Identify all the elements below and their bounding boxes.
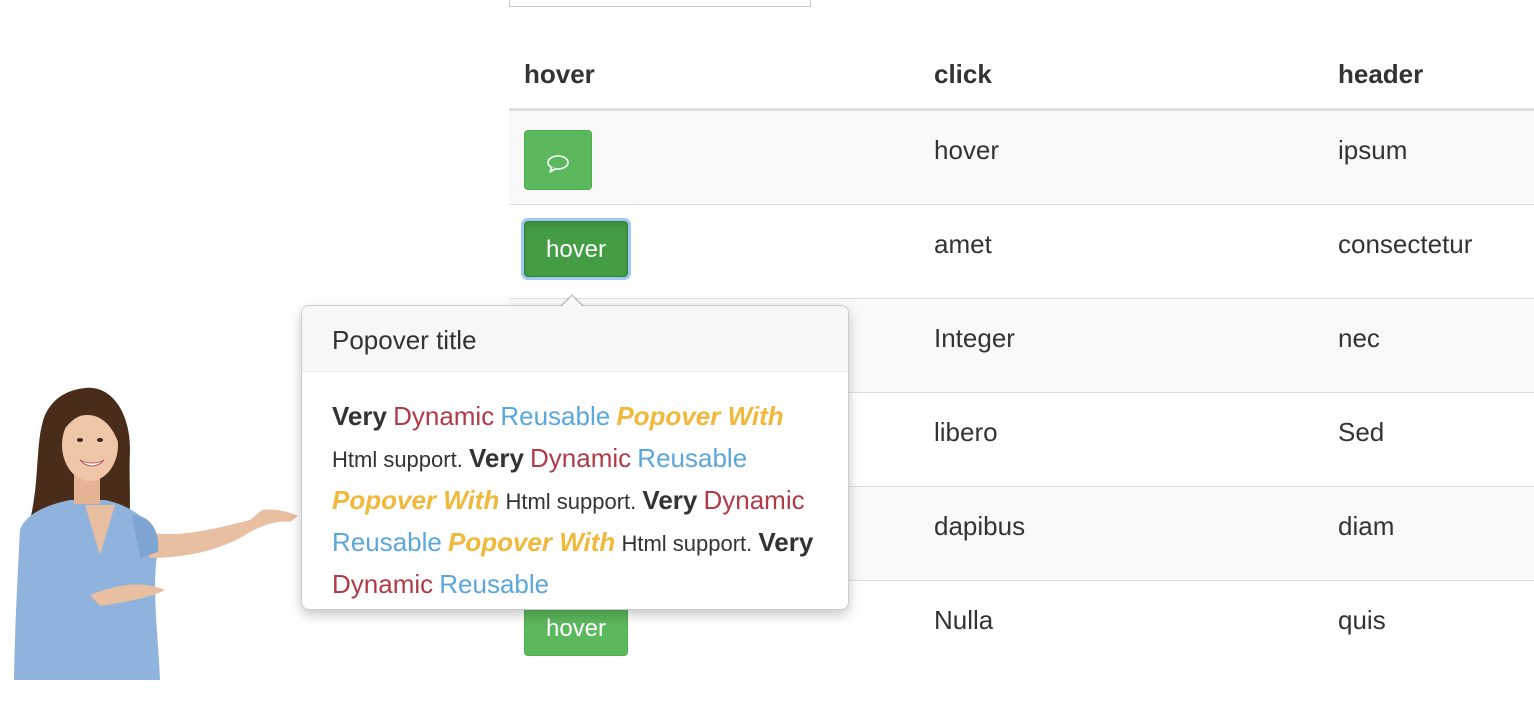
table-header-row: hover click header: [509, 40, 1534, 111]
popover-word-popover-with: Popover With: [616, 401, 784, 431]
speech-bubble-icon: [547, 154, 569, 173]
popover-word-dynamic: Dynamic: [332, 569, 434, 599]
cell-text: Sed: [1338, 417, 1385, 447]
cell-text: consectetur: [1338, 229, 1473, 259]
presenter-woman-illustration: [14, 387, 298, 680]
table-cell: ipsum: [1323, 109, 1534, 205]
popover-word-dynamic: Dynamic: [703, 485, 805, 515]
popover-word-very: Very: [332, 401, 387, 431]
table-cell: Sed: [1323, 392, 1534, 487]
popover: Popover title Very Dynamic Reusable Popo…: [301, 294, 849, 610]
table-cell: dapibus: [919, 486, 1323, 581]
popover-content: Very Dynamic Reusable Popover With Html …: [302, 372, 848, 606]
table-cell: hover: [509, 204, 919, 299]
popover-word-very: Very: [642, 485, 698, 515]
table-cell: diam: [1323, 486, 1534, 581]
table-cell: Integer: [919, 298, 1323, 393]
cell-text: dapibus: [934, 511, 1026, 541]
table-cell: hover: [919, 109, 1323, 205]
popover-word-reusable: Reusable: [332, 527, 442, 557]
cell-text: libero: [934, 417, 998, 447]
text-input-partial[interactable]: [509, 0, 811, 7]
popover-arrow-inner: [561, 296, 583, 307]
popover-word-dynamic: Dynamic: [530, 443, 632, 473]
popover-word-reusable: Reusable: [500, 401, 611, 431]
table-cell: nec: [1323, 298, 1534, 393]
table-cell: libero: [919, 392, 1323, 487]
column-header-header: header: [1323, 40, 1534, 111]
popover-word-html-support: Html support.: [332, 447, 463, 472]
popover-word-reusable: Reusable: [637, 443, 748, 473]
table-cell: consectetur: [1323, 204, 1534, 299]
cell-text: amet: [934, 229, 992, 259]
table-cell: quis: [1323, 580, 1534, 674]
cell-text: Nulla: [934, 605, 994, 635]
table-row: hover ipsum: [509, 109, 1534, 205]
popover-word-dynamic: Dynamic: [393, 401, 495, 431]
column-header-click: click: [919, 40, 1323, 111]
cell-text: quis: [1338, 605, 1386, 635]
table-cell: [509, 109, 919, 205]
column-header-hover: hover: [509, 40, 919, 111]
table-row: hover amet consectetur: [509, 204, 1534, 299]
cell-text: hover: [934, 135, 1000, 165]
popover-word-very: Very: [758, 527, 814, 557]
table-cell: amet: [919, 204, 1323, 299]
popover-word-html-support: Html support.: [505, 489, 637, 514]
comment-popover-button[interactable]: [524, 130, 592, 190]
popover-word-popover-with: Popover With: [447, 527, 616, 557]
cell-text: Integer: [934, 323, 1015, 353]
popover-word-reusable: Reusable: [439, 569, 550, 599]
popover-title: Popover title: [302, 306, 848, 372]
popover-word-very: Very: [468, 443, 524, 473]
hover-popover-button[interactable]: hover: [524, 221, 628, 277]
cell-text: diam: [1338, 511, 1395, 541]
popover-word-html-support: Html support.: [621, 531, 753, 556]
cell-text: nec: [1338, 323, 1380, 353]
table-cell: Nulla: [919, 580, 1323, 674]
popover-word-popover-with: Popover With: [332, 485, 500, 515]
cell-text: ipsum: [1338, 135, 1408, 165]
